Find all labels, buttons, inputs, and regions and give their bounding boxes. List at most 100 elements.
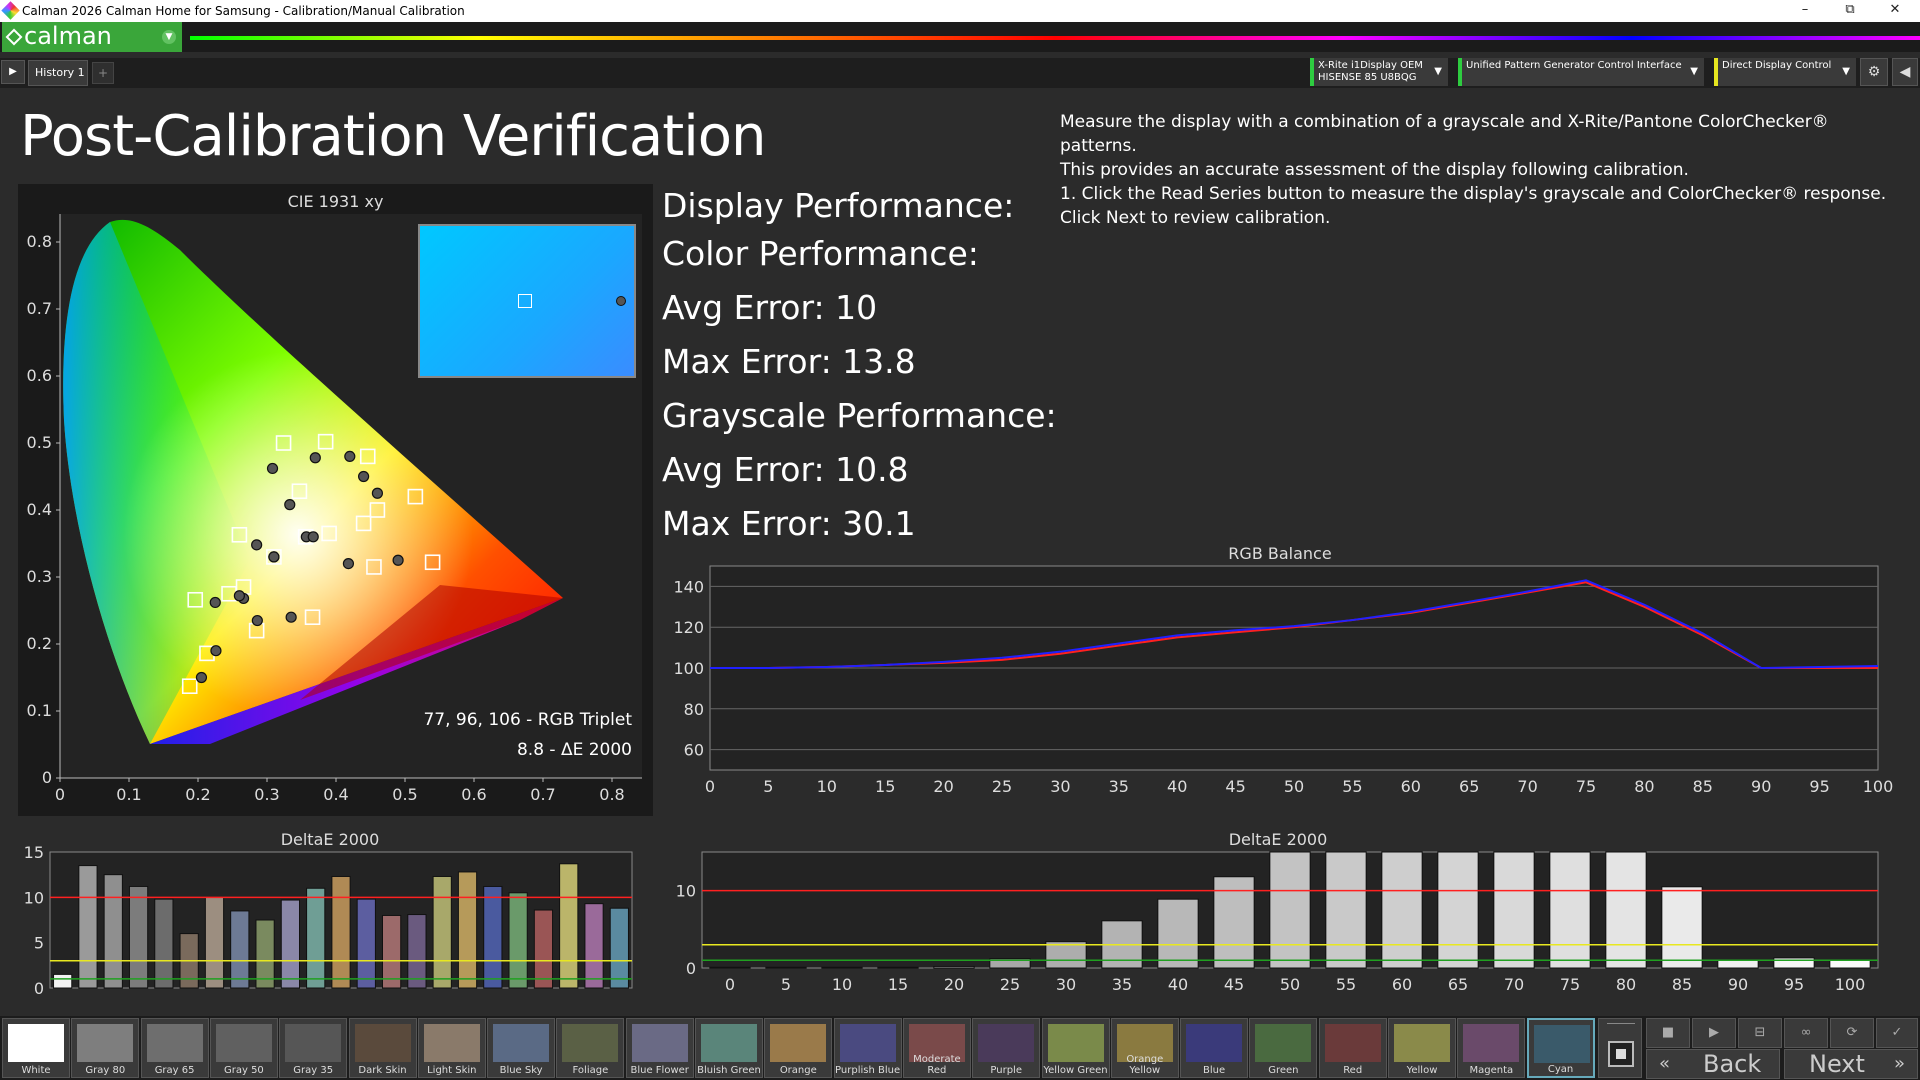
swatch-orange[interactable]: Orange <box>764 1018 833 1078</box>
deltae-bar <box>230 910 250 989</box>
rgb-y-tick-label: 100 <box>673 659 704 678</box>
stop-icon[interactable]: ■ <box>1646 1018 1690 1048</box>
rgb-x-tick-label: 0 <box>705 777 715 796</box>
deltae-gray-title: DeltaE 2000 <box>1228 830 1328 849</box>
rgb-y-tick-label: 140 <box>673 577 704 596</box>
play-measure-icon[interactable]: ▶ <box>1692 1018 1736 1048</box>
swatch-dark-skin[interactable]: Dark Skin <box>348 1018 417 1078</box>
rgb-x-tick-label: 40 <box>1167 777 1187 796</box>
rgb-x-tick-label: 10 <box>817 777 837 796</box>
swatch-green[interactable]: Green <box>1249 1018 1318 1078</box>
deltae-bar <box>1381 851 1423 969</box>
swatch-purplish-blue[interactable]: Purplish Blue <box>833 1018 902 1078</box>
rgb-x-tick-label: 25 <box>992 777 1012 796</box>
read-single-icon[interactable]: ⊟ <box>1738 1018 1782 1048</box>
measured-point <box>233 590 245 602</box>
deltae-bar <box>280 899 301 989</box>
measured-point <box>344 450 356 462</box>
deltae-bar <box>584 903 604 989</box>
deltae-bar <box>1269 851 1311 969</box>
deltae-bar <box>1157 898 1199 969</box>
deltae-bar <box>1045 941 1087 969</box>
y-tick-label: 0.4 <box>27 500 52 519</box>
deltae-bar <box>533 909 554 989</box>
x-tick-label: 0.2 <box>185 785 210 804</box>
swatch-light-skin[interactable]: Light Skin <box>417 1018 486 1078</box>
deltae-x-tick-label: 20 <box>944 975 964 994</box>
deltae-bar <box>933 965 975 969</box>
swatch-cyan[interactable]: Cyan <box>1526 1018 1595 1078</box>
measured-point <box>284 499 296 511</box>
swatch-yellow-green[interactable]: Yellow Green <box>1041 1018 1110 1078</box>
swatch-label: Blue <box>1203 1065 1226 1076</box>
swatch-gray-80[interactable]: Gray 80 <box>71 1018 140 1078</box>
rgb-x-tick-label: 60 <box>1401 777 1421 796</box>
stop-square-icon <box>1608 1041 1634 1067</box>
swatch-yellow[interactable]: Yellow <box>1388 1018 1456 1078</box>
y-tick-label: 0.6 <box>27 366 52 385</box>
deltae-bar <box>1773 957 1815 969</box>
swatch-red[interactable]: Red <box>1318 1018 1387 1078</box>
swatch-color <box>631 1024 688 1062</box>
swatch-gray-35[interactable]: Gray 35 <box>279 1018 348 1078</box>
x-tick-label: 0 <box>55 785 65 804</box>
measured-point <box>268 551 280 563</box>
measured-point <box>342 557 355 570</box>
deltae-bar <box>356 898 376 989</box>
back-arrow-icon: « <box>1659 1053 1671 1074</box>
swatch-label: Purple <box>990 1065 1022 1076</box>
swatch-purple[interactable]: Purple <box>972 1018 1041 1078</box>
swatch-label: Purplish Blue <box>835 1065 901 1076</box>
deltae-x-tick-label: 70 <box>1504 975 1524 994</box>
rgb-x-tick-label: 35 <box>1109 777 1129 796</box>
deltae-x-tick-label: 50 <box>1280 975 1300 994</box>
measured-point <box>358 470 370 483</box>
swatch-magenta[interactable]: Magenta <box>1457 1018 1526 1078</box>
swatch-color <box>8 1024 64 1062</box>
swatch-gray-65[interactable]: Gray 65 <box>140 1018 209 1078</box>
swatch-foliage[interactable]: Foliage <box>556 1018 625 1078</box>
deltae-x-tick-label: 80 <box>1616 975 1636 994</box>
read-series-button[interactable] <box>1598 1018 1642 1078</box>
rgb-x-tick-label: 20 <box>933 777 953 796</box>
back-button[interactable]: « Back <box>1646 1049 1780 1079</box>
rgb-x-tick-label: 15 <box>875 777 895 796</box>
measured-point <box>210 645 222 657</box>
swatch-white[interactable]: White <box>2 1018 70 1078</box>
swatch-blue-sky[interactable]: Blue Sky <box>487 1018 556 1078</box>
delta-e-readout: 8.8 - ΔE 2000 <box>516 740 632 760</box>
swatch-moderate-red[interactable]: Moderate Red <box>902 1018 971 1078</box>
deltae-bar <box>1605 851 1647 969</box>
swatch-color <box>770 1024 827 1062</box>
deltae-bar <box>78 865 98 989</box>
swatch-blue[interactable]: Blue <box>1180 1018 1249 1078</box>
checkmark-icon[interactable]: ✓ <box>1876 1018 1918 1048</box>
continuous-loop-icon[interactable]: ∞ <box>1784 1018 1828 1048</box>
swatch-bluish-green[interactable]: Bluish Green <box>695 1018 763 1078</box>
swatch-label: Red <box>1343 1065 1363 1076</box>
deltae-bar <box>609 907 629 989</box>
x-tick-label: 0.4 <box>323 785 348 804</box>
deltae-bar <box>1661 886 1703 969</box>
deltae-x-tick-label: 95 <box>1784 975 1804 994</box>
deltae-bar <box>559 863 579 989</box>
swatch-gray-50[interactable]: Gray 50 <box>209 1018 278 1078</box>
swatch-color <box>215 1024 272 1062</box>
rgb-x-tick-label: 65 <box>1459 777 1479 796</box>
swatch-color <box>1394 1024 1450 1062</box>
y-tick-label: 0.3 <box>27 567 52 586</box>
swatch-orange-yellow[interactable]: Orange Yellow <box>1110 1018 1179 1078</box>
deltae-bar <box>877 966 919 969</box>
deltae-x-tick-label: 25 <box>1000 975 1020 994</box>
next-button[interactable]: Next » <box>1784 1049 1918 1079</box>
swatch-blue-flower[interactable]: Blue Flower <box>625 1018 694 1078</box>
swatch-color <box>77 1024 134 1062</box>
refresh-icon[interactable]: ⟳ <box>1830 1018 1874 1048</box>
rgb-balance-title: RGB Balance <box>1228 544 1332 563</box>
measured-point <box>307 531 319 543</box>
deltae-bar <box>407 914 427 989</box>
y-tick-label: 0.5 <box>27 433 52 452</box>
swatch-label: Gray 50 <box>223 1065 264 1076</box>
swatch-label: Foliage <box>572 1065 609 1076</box>
measured-point <box>285 611 297 623</box>
